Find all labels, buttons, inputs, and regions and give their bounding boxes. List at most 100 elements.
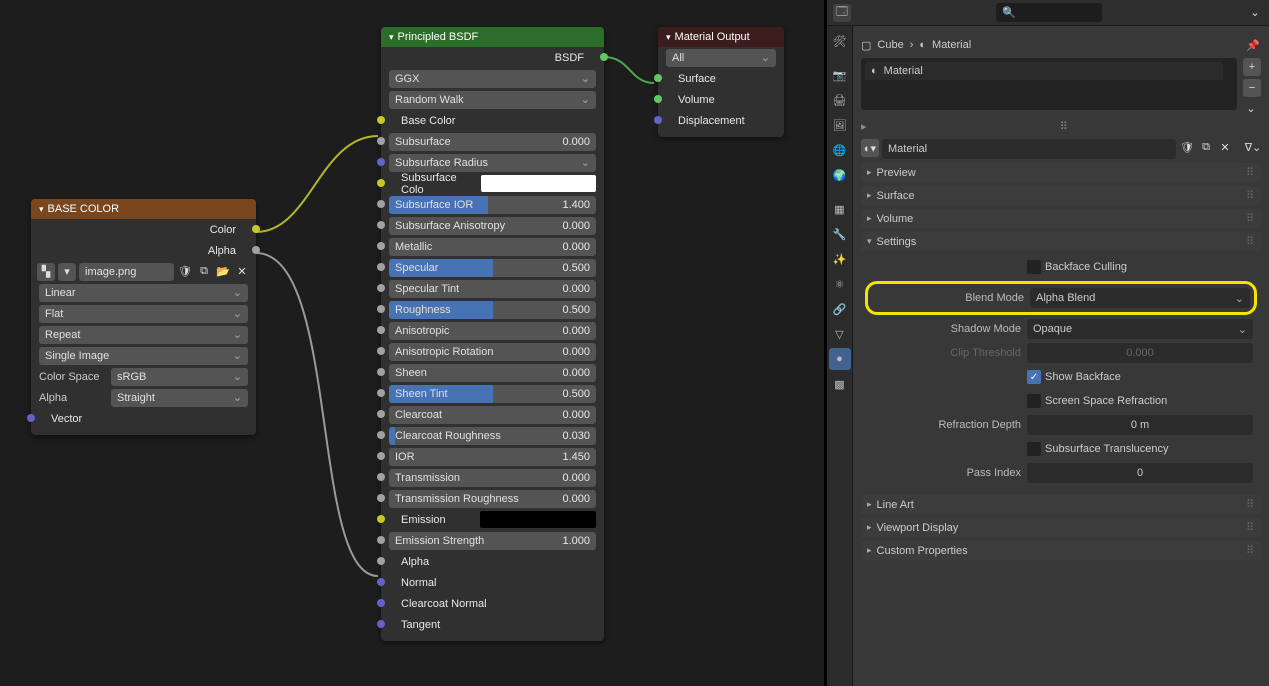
slider-clearcoat[interactable]: Clearcoat0.000 — [389, 406, 596, 424]
output-color[interactable]: Color — [210, 224, 248, 236]
slider-subsurface[interactable]: Subsurface0.000 — [389, 133, 596, 151]
node-principled-bsdf[interactable]: ▾ Principled BSDF BSDF GGX Random Walk B… — [381, 27, 604, 641]
breadcrumb-material[interactable]: Material — [932, 39, 971, 51]
section-lineart[interactable]: ▸Line Art⠿ — [861, 495, 1261, 514]
image-browse-icon[interactable]: ▚ — [37, 263, 55, 281]
remove-slot-button[interactable]: − — [1243, 79, 1261, 97]
swatch-subsurfColor[interactable] — [481, 175, 596, 192]
refraction-depth-field[interactable]: 0 m — [1027, 415, 1253, 435]
material-slot-list[interactable]: ◐ Material — [861, 58, 1237, 110]
swatch-emission[interactable] — [480, 511, 596, 528]
section-custom[interactable]: ▸Custom Properties⠿ — [861, 541, 1261, 560]
new-image-icon[interactable]: ▾ — [58, 263, 76, 281]
input-normal[interactable]: Normal — [389, 577, 436, 589]
duplicate-icon[interactable]: ⧉ — [1198, 139, 1214, 155]
tab-render[interactable]: 📷 — [829, 64, 851, 86]
duplicate-icon[interactable]: ⧉ — [196, 264, 212, 280]
blend-mode-dropdown[interactable]: Alpha Blend — [1030, 288, 1250, 308]
backface-culling-checkbox[interactable] — [1027, 260, 1041, 274]
subsurface-method-dropdown[interactable]: Random Walk — [389, 91, 596, 109]
tab-physics[interactable]: ⚛ — [829, 273, 851, 295]
slider-metallic[interactable]: Metallic0.000 — [389, 238, 596, 256]
open-icon[interactable]: 📂 — [215, 264, 231, 280]
input-ccNormal[interactable]: Clearcoat Normal — [389, 598, 487, 610]
slider-subsurfAniso[interactable]: Subsurface Anisotropy0.000 — [389, 217, 596, 235]
filter-icon[interactable]: ∇⌄ — [1245, 139, 1261, 155]
input-surface[interactable]: Surface — [666, 73, 716, 85]
section-preview[interactable]: ▸Preview⠿ — [861, 163, 1261, 182]
grip-icon[interactable]: ⠿ — [867, 120, 1261, 133]
properties-search[interactable]: 🔍 — [996, 3, 1102, 22]
fake-user-icon[interactable]: 🛡 — [177, 264, 193, 280]
unlink-icon[interactable]: ✕ — [1217, 139, 1233, 155]
input-displacement[interactable]: Displacement — [666, 115, 745, 127]
slider-anisoRot[interactable]: Anisotropic Rotation0.000 — [389, 343, 596, 361]
pass-index-field[interactable]: 0 — [1027, 463, 1253, 483]
slider-transRough[interactable]: Transmission Roughness0.000 — [389, 490, 596, 508]
slider-emissionStr[interactable]: Emission Strength1.000 — [389, 532, 596, 550]
options-icon[interactable]: ⌄ — [1247, 5, 1263, 21]
node-editor[interactable]: ▾ BASE COLOR Color Alpha ▚ ▾ image.png 🛡… — [0, 0, 824, 686]
editor-type-icon[interactable]: 🗔 — [833, 4, 851, 22]
output-bsdf[interactable]: BSDF — [555, 52, 596, 64]
pin-icon[interactable]: 📌 — [1245, 37, 1261, 53]
tab-texture[interactable]: ▩ — [829, 373, 851, 395]
shadow-mode-dropdown[interactable]: Opaque — [1027, 319, 1253, 339]
distribution-dropdown[interactable]: GGX — [389, 70, 596, 88]
node-material-output[interactable]: ▾ Material Output All Surface Volume Dis… — [658, 27, 784, 137]
add-slot-button[interactable]: + — [1243, 58, 1261, 76]
alphamode-dropdown[interactable]: Straight — [111, 389, 248, 407]
tab-object[interactable]: ▦ — [829, 198, 851, 220]
projection-dropdown[interactable]: Flat — [39, 305, 248, 323]
tab-tool[interactable]: 🛠 — [829, 30, 851, 52]
node-image-texture[interactable]: ▾ BASE COLOR Color Alpha ▚ ▾ image.png 🛡… — [31, 199, 256, 435]
interpolation-dropdown[interactable]: Linear — [39, 284, 248, 302]
breadcrumb-object[interactable]: Cube — [877, 39, 903, 51]
node-header[interactable]: ▾ Principled BSDF — [381, 27, 604, 47]
extension-dropdown[interactable]: Repeat — [39, 326, 248, 344]
tab-data[interactable]: ▽ — [829, 323, 851, 345]
slider-specular[interactable]: Specular0.500 — [389, 259, 596, 277]
material-name-field[interactable]: Material — [882, 139, 1176, 159]
slider-ior[interactable]: IOR1.450 — [389, 448, 596, 466]
tab-world[interactable]: 🌍 — [829, 164, 851, 186]
slot-menu-icon[interactable]: ⌄ — [1243, 100, 1259, 116]
tab-modifiers[interactable]: 🔧 — [829, 223, 851, 245]
material-slot[interactable]: ◐ Material — [864, 61, 1224, 81]
section-volume[interactable]: ▸Volume⠿ — [861, 209, 1261, 228]
tab-material[interactable]: ● — [829, 348, 851, 370]
dropdown-subsurfRadius[interactable]: Subsurface Radius — [389, 154, 596, 172]
source-dropdown[interactable]: Single Image — [39, 347, 248, 365]
input-tangent[interactable]: Tangent — [389, 619, 440, 631]
slider-specTint[interactable]: Specular Tint0.000 — [389, 280, 596, 298]
slider-sheen[interactable]: Sheen0.000 — [389, 364, 596, 382]
input-baseColor[interactable]: Base Color — [389, 115, 455, 127]
material-browse-icon[interactable]: ◐▾ — [861, 139, 879, 157]
slider-subsurfIOR[interactable]: Subsurface IOR1.400 — [389, 196, 596, 214]
tab-constraints[interactable]: 🔗 — [829, 298, 851, 320]
tab-output[interactable]: 🖨 — [829, 89, 851, 111]
show-backface-checkbox[interactable]: ✓ — [1027, 370, 1041, 384]
input-volume[interactable]: Volume — [666, 94, 715, 106]
target-dropdown[interactable]: All — [666, 49, 776, 67]
section-viewport[interactable]: ▸Viewport Display⠿ — [861, 518, 1261, 537]
node-header[interactable]: ▾ BASE COLOR — [31, 199, 256, 219]
section-settings[interactable]: ▾Settings⠿ — [861, 232, 1261, 251]
slider-roughness[interactable]: Roughness0.500 — [389, 301, 596, 319]
section-surface[interactable]: ▸Surface⠿ — [861, 186, 1261, 205]
node-header[interactable]: ▾ Material Output — [658, 27, 784, 47]
input-vector[interactable]: Vector — [39, 413, 82, 425]
fake-user-icon[interactable]: 🛡 — [1179, 139, 1195, 155]
output-alpha[interactable]: Alpha — [208, 245, 248, 257]
ssr-checkbox[interactable] — [1027, 394, 1041, 408]
tab-particles[interactable]: ✨ — [829, 248, 851, 270]
tab-scene[interactable]: 🌐 — [829, 139, 851, 161]
slider-sheenTint[interactable]: Sheen Tint0.500 — [389, 385, 596, 403]
tab-viewlayer[interactable]: 🖼 — [829, 114, 851, 136]
input-alpha[interactable]: Alpha — [389, 556, 429, 568]
slider-ccRough[interactable]: Clearcoat Roughness0.030 — [389, 427, 596, 445]
slider-transmission[interactable]: Transmission0.000 — [389, 469, 596, 487]
image-name-field[interactable]: image.png — [79, 263, 174, 281]
colorspace-dropdown[interactable]: sRGB — [111, 368, 248, 386]
unlink-icon[interactable]: ✕ — [234, 264, 250, 280]
